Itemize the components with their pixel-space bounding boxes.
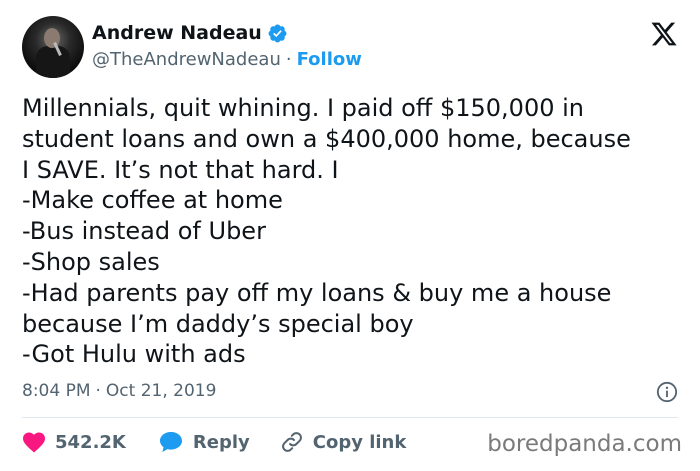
handle-row: @TheAndrewNadeau · Follow (92, 49, 362, 70)
action-bar: 542.2K Reply Copy link (22, 430, 406, 454)
author-name-row: Andrew Nadeau (92, 22, 288, 44)
tweet-line: because I’m daddy’s special boy (22, 309, 414, 338)
avatar[interactable] (22, 16, 84, 78)
timestamp-separator: · (95, 381, 101, 401)
speech-bubble-icon (159, 432, 182, 452)
tweet-line: -Got Hulu with ads (22, 340, 246, 369)
link-icon (281, 432, 302, 452)
tweet-line: I SAVE. It’s not that hard. I (22, 155, 339, 184)
reply-button[interactable]: Reply (158, 430, 280, 454)
divider (22, 417, 678, 418)
tweet-card: Andrew Nadeau @TheAndrewNadeau · Follow … (0, 0, 700, 471)
heart-icon (23, 432, 45, 453)
copy-link-button[interactable]: Copy link (280, 430, 407, 454)
like-button[interactable]: 542.2K (22, 431, 158, 453)
follow-button[interactable]: Follow (297, 49, 362, 70)
author-handle[interactable]: @TheAndrewNadeau (92, 49, 281, 70)
x-logo-icon[interactable] (650, 20, 678, 48)
verified-badge-icon (268, 24, 287, 42)
tweet-line: student loans and own a $400,000 home, b… (22, 124, 631, 153)
tweet-line: -Bus instead of Uber (22, 217, 266, 246)
tweet-line: Millennials, quit whining. I paid off $1… (22, 94, 584, 122)
tweet-line: -Had parents pay off my loans & buy me a… (22, 278, 612, 307)
separator-dot: · (285, 49, 292, 70)
tweet-text: Millennials, quit whining. I paid off $1… (22, 93, 682, 370)
author-name[interactable]: Andrew Nadeau (92, 22, 262, 44)
reply-label: Reply (192, 431, 250, 453)
tweet-line: -Shop sales (22, 247, 160, 276)
tweet-time: 8:04 PM (22, 381, 91, 401)
info-icon[interactable] (656, 381, 678, 403)
timestamp[interactable]: 8:04 PM · Oct 21, 2019 (22, 381, 216, 401)
tweet-date: Oct 21, 2019 (105, 381, 217, 401)
like-count: 542.2K (55, 431, 126, 453)
copy-link-label: Copy link (312, 431, 407, 453)
tweet-line: -Make coffee at home (22, 186, 283, 215)
watermark: boredpanda.com (487, 431, 682, 457)
